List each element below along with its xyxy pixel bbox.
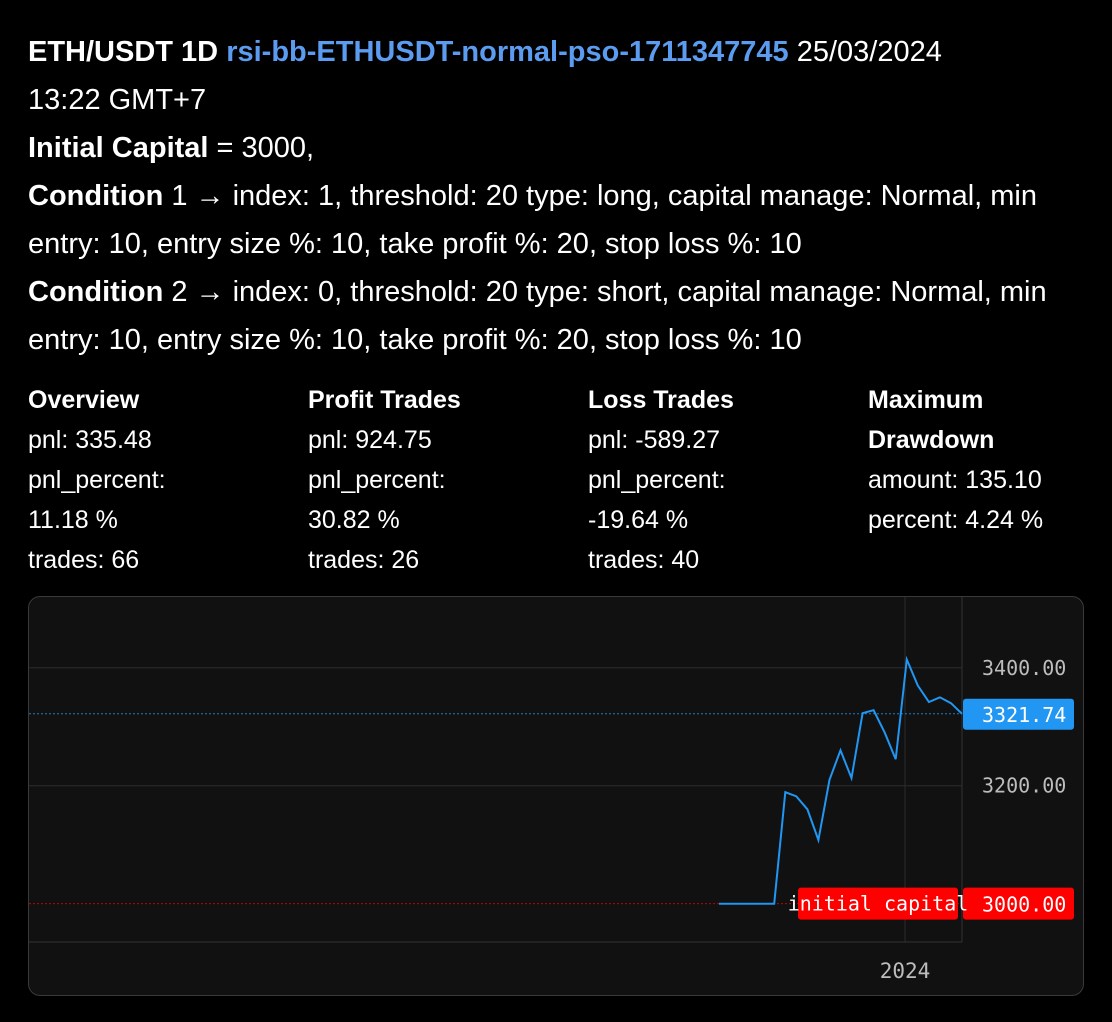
time-label: 13:22 GMT+7 (28, 84, 207, 116)
y-tick-label: 3400.00 (982, 656, 1066, 680)
header: ETH/USDT 1D rsi-bb-ETHUSDT-normal-pso-17… (28, 28, 1088, 364)
condition-2-text: 2 → index: 0, threshold: 20 type: short,… (28, 276, 1047, 356)
drawdown-amount: amount: 135.10 (868, 466, 1042, 494)
initial-capital-label: Initial Capital (28, 132, 209, 164)
profit-trades-heading: Profit Trades (308, 386, 461, 414)
equity-chart-svg[interactable]: 3200.00 3400.00 2024 3321.74 3000.00 initial … (29, 597, 1083, 995)
condition-1-label: Condition (28, 180, 164, 212)
condition-1-text: 1 → index: 1, threshold: 20 type: long, … (28, 180, 1037, 260)
initial-capital-value: = 3000, (208, 132, 315, 164)
y-tick-label: 3200.00 (982, 774, 1066, 798)
condition-1-line: Condition 1 → index: 1, threshold: 20 ty… (28, 172, 1088, 268)
overview-column: Overview pnl: 335.48 pnl_percent: 11.18 … (28, 380, 268, 580)
initial-capital-line: Initial Capital = 3000, (28, 124, 1088, 172)
equity-chart[interactable]: 3200.00 3400.00 2024 3321.74 3000.00 initial … (28, 596, 1084, 996)
title-line: ETH/USDT 1D rsi-bb-ETHUSDT-normal-pso-17… (28, 28, 1088, 76)
x-tick-label: 2024 (880, 959, 931, 983)
loss-trades-heading: Loss Trades (588, 386, 734, 414)
loss-trades-count: trades: 40 (588, 546, 700, 574)
strategy-id-link[interactable]: rsi-bb-ETHUSDT-normal-pso-1711347745 (226, 36, 788, 68)
loss-trades-pnl: pnl: -589.27 (588, 426, 721, 454)
drawdown-percent: percent: 4.24 % (868, 506, 1044, 534)
drawdown-heading-line-1: Maximum (868, 386, 984, 414)
condition-2-label: Condition (28, 276, 164, 308)
last-value-label: 3321.74 (982, 703, 1066, 727)
drawdown-column: Maximum Drawdown amount: 135.10 percent:… (868, 380, 1108, 540)
loss-trades-pnl-percent-label: pnl_percent: (588, 466, 726, 494)
profit-trades-column: Profit Trades pnl: 924.75 pnl_percent: 3… (308, 380, 548, 580)
profit-trades-count: trades: 26 (308, 546, 420, 574)
initial-capital-label: initial capital (788, 892, 969, 916)
overview-trades: trades: 66 (28, 546, 140, 574)
overview-pnl-percent-label: pnl_percent: (28, 466, 166, 494)
equity-series-line (719, 655, 963, 905)
initial-capital-value-label: 3000.00 (982, 893, 1066, 917)
overview-pnl: pnl: 335.48 (28, 426, 152, 454)
pair-label: ETH/USDT 1D (28, 36, 219, 68)
date-label: 25/03/2024 (796, 36, 942, 68)
loss-trades-column: Loss Trades pnl: -589.27 pnl_percent: -1… (588, 380, 828, 580)
condition-2-line: Condition 2 → index: 0, threshold: 20 ty… (28, 268, 1088, 364)
profit-trades-pnl-percent: 30.82 % (308, 506, 400, 534)
loss-trades-pnl-percent: -19.64 % (588, 506, 689, 534)
profit-trades-pnl: pnl: 924.75 (308, 426, 432, 454)
overview-pnl-percent: 11.18 % (28, 506, 118, 534)
profit-trades-pnl-percent-label: pnl_percent: (308, 466, 446, 494)
overview-heading: Overview (28, 386, 140, 414)
drawdown-heading-line-2: Drawdown (868, 426, 995, 454)
